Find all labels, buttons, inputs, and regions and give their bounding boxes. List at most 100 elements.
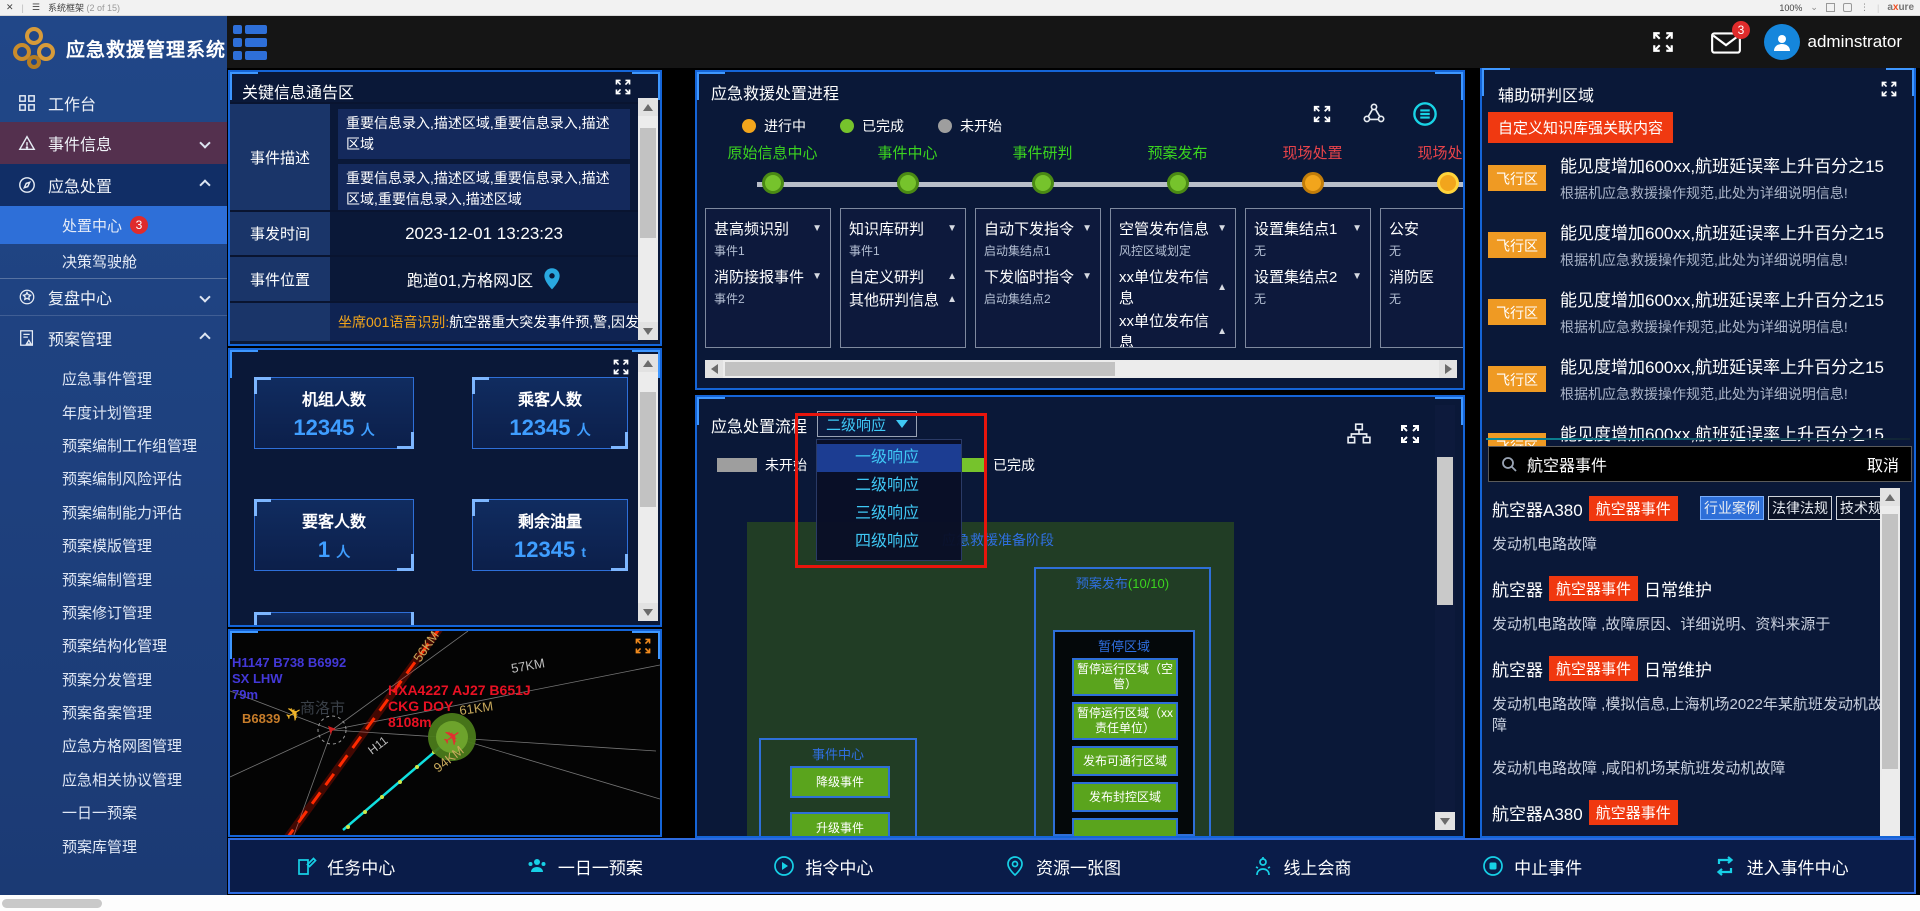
- progress-entry[interactable]: 无: [1389, 242, 1465, 259]
- mail-icon[interactable]: 3: [1710, 30, 1742, 61]
- sidebar-item-training[interactable]: 培训管理: [0, 884, 227, 895]
- progress-entry[interactable]: 下发临时指令▼: [984, 266, 1092, 287]
- map-panel[interactable]: ✈ ✈ 商洛市 H1147 B738 B6992 SX LHW 79m B683…: [228, 629, 662, 837]
- sidebar-subitem[interactable]: 预案修订管理: [0, 596, 227, 629]
- scroll-down-icon[interactable]: [638, 322, 658, 340]
- search-input[interactable]: 航空器事件: [1527, 452, 1607, 476]
- aux-scrollbar[interactable]: [1880, 488, 1900, 836]
- sidebar-subitem[interactable]: 应急方格网图管理: [0, 729, 227, 762]
- result-item[interactable]: 航空器A380航空器事件 发动机电路故障: [1492, 800, 1892, 838]
- result-item[interactable]: 发动机电路故障 ,咸阳机场某航班发动机故障: [1492, 757, 1892, 778]
- progress-hscrollbar[interactable]: [705, 360, 1457, 378]
- horizontal-scrollbar-thumb[interactable]: [2, 899, 102, 908]
- dropdown-option[interactable]: 一级响应: [817, 444, 961, 472]
- knowledge-item[interactable]: 飞行区 能见度增加600xx,航班延误率上升百分之15 根据机应急救援操作规范,…: [1488, 219, 1898, 270]
- search-bar[interactable]: 航空器事件 取消: [1488, 446, 1912, 482]
- pages-icon[interactable]: [1826, 3, 1835, 12]
- menu-toggle-icon[interactable]: [233, 25, 269, 59]
- toolbar-enter-event-center[interactable]: 进入事件中心: [1713, 854, 1849, 879]
- network-icon[interactable]: [1362, 102, 1386, 131]
- tab-close-icon[interactable]: ✕: [6, 2, 14, 13]
- dropdown-option[interactable]: 四级响应: [817, 528, 961, 556]
- progress-entry[interactable]: 启动集结点1: [984, 242, 1092, 259]
- sidebar-subitem[interactable]: 预案结构化管理: [0, 629, 227, 662]
- toolbar-online-consult[interactable]: 线上会商: [1252, 854, 1352, 879]
- progress-entry[interactable]: 消防接报事件▼: [714, 266, 822, 287]
- sitemap-icon[interactable]: [1347, 423, 1371, 450]
- progress-entry[interactable]: 无: [1254, 242, 1362, 259]
- flow-button[interactable]: 暂停运行区域（xx责任单位）: [1072, 702, 1178, 740]
- progress-entry[interactable]: 无: [1389, 290, 1465, 307]
- scroll-down-icon[interactable]: [638, 603, 658, 621]
- tab[interactable]: 行业案例: [1700, 496, 1764, 520]
- progress-entry[interactable]: 事件2: [714, 290, 822, 307]
- progress-entry[interactable]: 设置集结点1▼: [1254, 218, 1362, 239]
- progress-entry[interactable]: 设置集结点2▼: [1254, 266, 1362, 287]
- scroll-up-icon[interactable]: [1880, 488, 1900, 506]
- sidebar-subitem[interactable]: 一日一预案: [0, 796, 227, 829]
- toolbar-task-center[interactable]: 任务中心: [295, 854, 395, 879]
- toolbar-abort-event[interactable]: 中止事件: [1482, 854, 1582, 879]
- flow-button-upgrade[interactable]: 升级事件: [790, 812, 890, 838]
- sidebar-item-plan-management[interactable]: 预案管理: [0, 316, 227, 360]
- progress-entry[interactable]: 消防医: [1389, 266, 1465, 287]
- zoom-level[interactable]: 100%: [1779, 3, 1802, 13]
- map-expand-icon[interactable]: [634, 637, 652, 660]
- sidebar-item-emergency[interactable]: 应急处置: [0, 164, 227, 206]
- sidebar-subitem[interactable]: 预案编制能力评估: [0, 496, 227, 529]
- progress-entry[interactable]: 知识库研判▼: [849, 218, 957, 239]
- response-level-select[interactable]: 二级响应: [817, 411, 917, 437]
- toolbar-daily-plan[interactable]: 一日一预案: [526, 854, 643, 879]
- expand-icon[interactable]: [1880, 80, 1898, 103]
- notes-icon[interactable]: [1843, 3, 1852, 12]
- sidebar-subitem[interactable]: 预案编制管理: [0, 562, 227, 595]
- flow-button[interactable]: 发布可通行区域: [1072, 746, 1178, 776]
- cancel-button[interactable]: 取消: [1867, 452, 1899, 476]
- toolbar-resource-map[interactable]: 资源一张图: [1004, 854, 1121, 879]
- zoom-caret-icon[interactable]: ⌄: [1810, 2, 1818, 13]
- sidebar-item-workbench[interactable]: 工作台: [0, 84, 227, 122]
- flow-scrollbar[interactable]: [1435, 405, 1455, 830]
- progress-entry[interactable]: 自定义研判▲: [849, 266, 957, 287]
- sidebar-item-review-center[interactable]: 复盘中心: [0, 278, 227, 316]
- avatar[interactable]: [1764, 24, 1800, 60]
- progress-entry[interactable]: 自动下发指令▼: [984, 218, 1092, 239]
- result-item[interactable]: 航空器航空器事件日常维护 发动机电路故障 ,模拟信息,上海机场2022年某航班发…: [1492, 656, 1892, 735]
- scroll-right-icon[interactable]: [1439, 360, 1457, 378]
- progress-entry[interactable]: 其他研判信息▲: [849, 289, 957, 310]
- sidebar-subitem[interactable]: 预案备案管理: [0, 696, 227, 729]
- progress-entry[interactable]: 公安: [1389, 218, 1465, 239]
- toolbar-command-center[interactable]: 指令中心: [773, 854, 873, 879]
- dropdown-option[interactable]: 三级响应: [817, 500, 961, 528]
- sidebar-subitem[interactable]: 应急相关协议管理: [0, 763, 227, 796]
- progress-entry[interactable]: xx单位发布信息▲: [1119, 266, 1227, 308]
- dropdown-option[interactable]: 二级响应: [817, 472, 961, 500]
- sidebar-item-event-info[interactable]: 事件信息: [0, 122, 227, 164]
- stats-scrollbar[interactable]: [638, 354, 658, 621]
- progress-entry[interactable]: 甚高频识别▼: [714, 218, 822, 239]
- flow-button[interactable]: 发布封控区域: [1072, 782, 1178, 812]
- scroll-up-icon[interactable]: [638, 98, 658, 116]
- sidebar-subitem[interactable]: 应急事件管理: [0, 362, 227, 395]
- flow-button-downgrade[interactable]: 降级事件: [790, 766, 890, 798]
- custom-knowledge-button[interactable]: 自定义知识库强关联内容: [1488, 112, 1673, 143]
- more-icon[interactable]: ⋮: [1860, 2, 1869, 13]
- expand-icon[interactable]: [1399, 423, 1421, 450]
- knowledge-item[interactable]: 飞行区 能见度增加600xx,航班延误率上升百分之15 根据机应急救援操作规范,…: [1488, 152, 1898, 203]
- sidebar-subitem[interactable]: 年度计划管理: [0, 395, 227, 428]
- tab-menu-icon[interactable]: ☰: [32, 2, 40, 13]
- sidebar-subitem[interactable]: 预案库管理: [0, 829, 227, 862]
- sidebar-subitem[interactable]: 预案编制风险评估: [0, 462, 227, 495]
- expand-icon[interactable]: [614, 78, 632, 101]
- flow-button-partial[interactable]: [1072, 818, 1178, 838]
- notice-scrollbar[interactable]: [638, 98, 658, 340]
- desc-entry[interactable]: 重要信息录入,描述区域,重要信息录入,描述区域: [338, 109, 630, 159]
- progress-entry[interactable]: 无: [1254, 290, 1362, 307]
- expand-icon[interactable]: [1312, 104, 1332, 129]
- scroll-down-icon[interactable]: [1435, 812, 1455, 830]
- sidebar-subitem[interactable]: 预案模版管理: [0, 529, 227, 562]
- map-pin-icon[interactable]: [543, 267, 561, 291]
- progress-entry[interactable]: 事件1: [714, 242, 822, 259]
- scroll-left-icon[interactable]: [705, 360, 723, 378]
- knowledge-item[interactable]: 飞行区 能见度增加600xx,航班延误率上升百分之15 根据机应急救援操作规范,…: [1488, 353, 1898, 404]
